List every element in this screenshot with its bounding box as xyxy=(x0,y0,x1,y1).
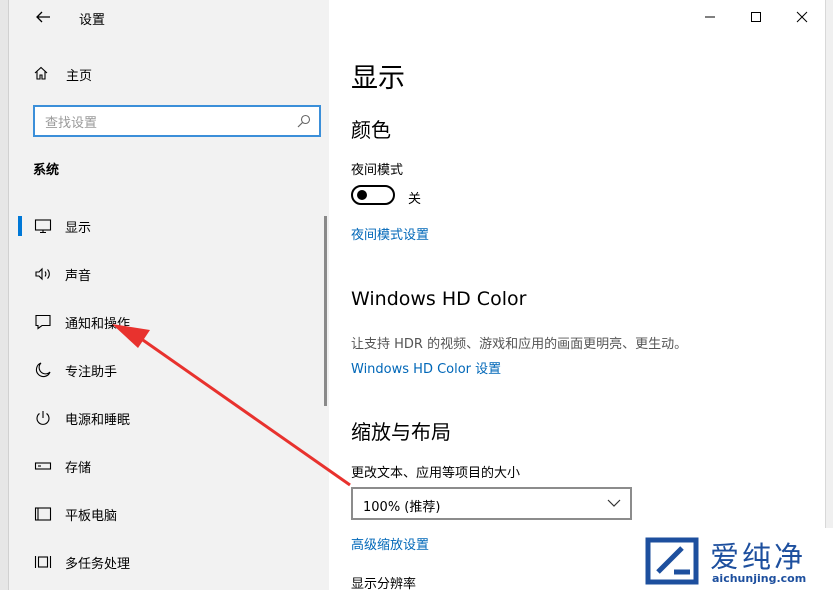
sidebar-item-label: 声音 xyxy=(65,269,92,284)
scale-dropdown[interactable]: 100% (推荐) xyxy=(351,487,632,520)
search-input[interactable]: 查找设置 xyxy=(33,105,321,137)
speaker-icon xyxy=(35,267,50,281)
close-icon xyxy=(796,11,808,23)
toggle-knob xyxy=(357,190,367,200)
home-icon xyxy=(34,66,48,80)
sidebar-item-display[interactable]: 显示 xyxy=(18,204,328,248)
sidebar-item-label: 电源和睡眠 xyxy=(65,413,131,428)
sidebar-item-home[interactable]: 主页 xyxy=(33,64,233,84)
sidebar-item-multitasking[interactable]: 多任务处理 xyxy=(18,540,328,584)
close-button[interactable] xyxy=(779,4,825,30)
resolution-label: 显示分辨率 xyxy=(351,577,417,590)
sidebar-scrollbar[interactable] xyxy=(324,216,327,406)
maximize-button[interactable] xyxy=(733,4,779,30)
multitask-icon xyxy=(34,556,52,568)
maximize-icon xyxy=(751,12,761,22)
sidebar-item-label: 主页 xyxy=(66,69,93,84)
section-heading-scale-layout: 缩放与布局 xyxy=(351,420,451,444)
watermark-url: aichunjing.com xyxy=(712,572,807,585)
sidebar-item-label: 专注助手 xyxy=(65,365,118,380)
search-placeholder: 查找设置 xyxy=(45,116,98,131)
minimize-icon xyxy=(705,16,715,18)
sidebar-item-notifications[interactable]: 通知和操作 xyxy=(18,300,328,344)
monitor-icon xyxy=(34,219,52,234)
size-label: 更改文本、应用等项目的大小 xyxy=(351,466,521,481)
section-label-system: 系统 xyxy=(33,163,60,178)
minimize-button[interactable] xyxy=(687,4,733,30)
storage-icon xyxy=(34,462,52,470)
back-arrow-icon xyxy=(36,11,50,23)
background-window-strip-right xyxy=(825,0,833,590)
scale-dropdown-value: 100% (推荐) xyxy=(363,500,441,515)
active-indicator xyxy=(18,216,22,236)
hd-color-description: 让支持 HDR 的视频、游戏和应用的画面更明亮、更生动。 xyxy=(351,337,688,352)
sidebar-item-tablet[interactable]: 平板电脑 xyxy=(18,492,328,536)
night-mode-settings-link[interactable]: 夜间模式设置 xyxy=(351,224,429,243)
night-mode-label: 夜间模式 xyxy=(351,163,404,178)
background-window-strip-left xyxy=(0,0,9,590)
chevron-down-icon xyxy=(607,499,621,507)
hd-color-settings-link[interactable]: Windows HD Color 设置 xyxy=(351,358,501,377)
watermark-logo-icon xyxy=(645,537,699,585)
night-mode-toggle[interactable] xyxy=(351,185,395,205)
sidebar-item-storage[interactable]: 存储 xyxy=(18,444,328,488)
sidebar-item-power-sleep[interactable]: 电源和睡眠 xyxy=(18,396,328,440)
moon-icon xyxy=(35,362,51,378)
sidebar-item-sound[interactable]: 声音 xyxy=(18,252,328,296)
notification-icon xyxy=(35,314,51,330)
sidebar-item-focus-assist[interactable]: 专注助手 xyxy=(18,348,328,392)
sidebar-item-label: 显示 xyxy=(65,221,92,236)
sidebar-item-label: 平板电脑 xyxy=(65,509,118,524)
watermark-name: 爱纯净 xyxy=(710,540,807,574)
sidebar-item-label: 存储 xyxy=(65,461,92,476)
sidebar-item-label: 通知和操作 xyxy=(65,317,131,332)
tablet-icon xyxy=(34,507,52,521)
back-button[interactable] xyxy=(31,6,55,28)
power-icon xyxy=(36,411,50,425)
section-heading-hd-color: Windows HD Color xyxy=(351,288,527,310)
settings-window: 设置 主页 查找设置 系统 显示 声音 通知和操作 专注助手 电源和睡眠 存储 … xyxy=(0,0,833,590)
section-heading-color: 颜色 xyxy=(351,118,391,142)
window-title: 设置 xyxy=(79,13,106,28)
sidebar: 设置 主页 查找设置 系统 显示 声音 通知和操作 专注助手 电源和睡眠 存储 … xyxy=(9,0,329,590)
page-title: 显示 xyxy=(351,63,405,94)
advanced-scaling-link[interactable]: 高级缩放设置 xyxy=(351,534,429,553)
sidebar-item-label: 多任务处理 xyxy=(65,557,131,572)
night-mode-state: 关 xyxy=(408,192,422,207)
search-icon xyxy=(297,114,311,128)
watermark: 爱纯净 aichunjing.com xyxy=(638,528,833,590)
